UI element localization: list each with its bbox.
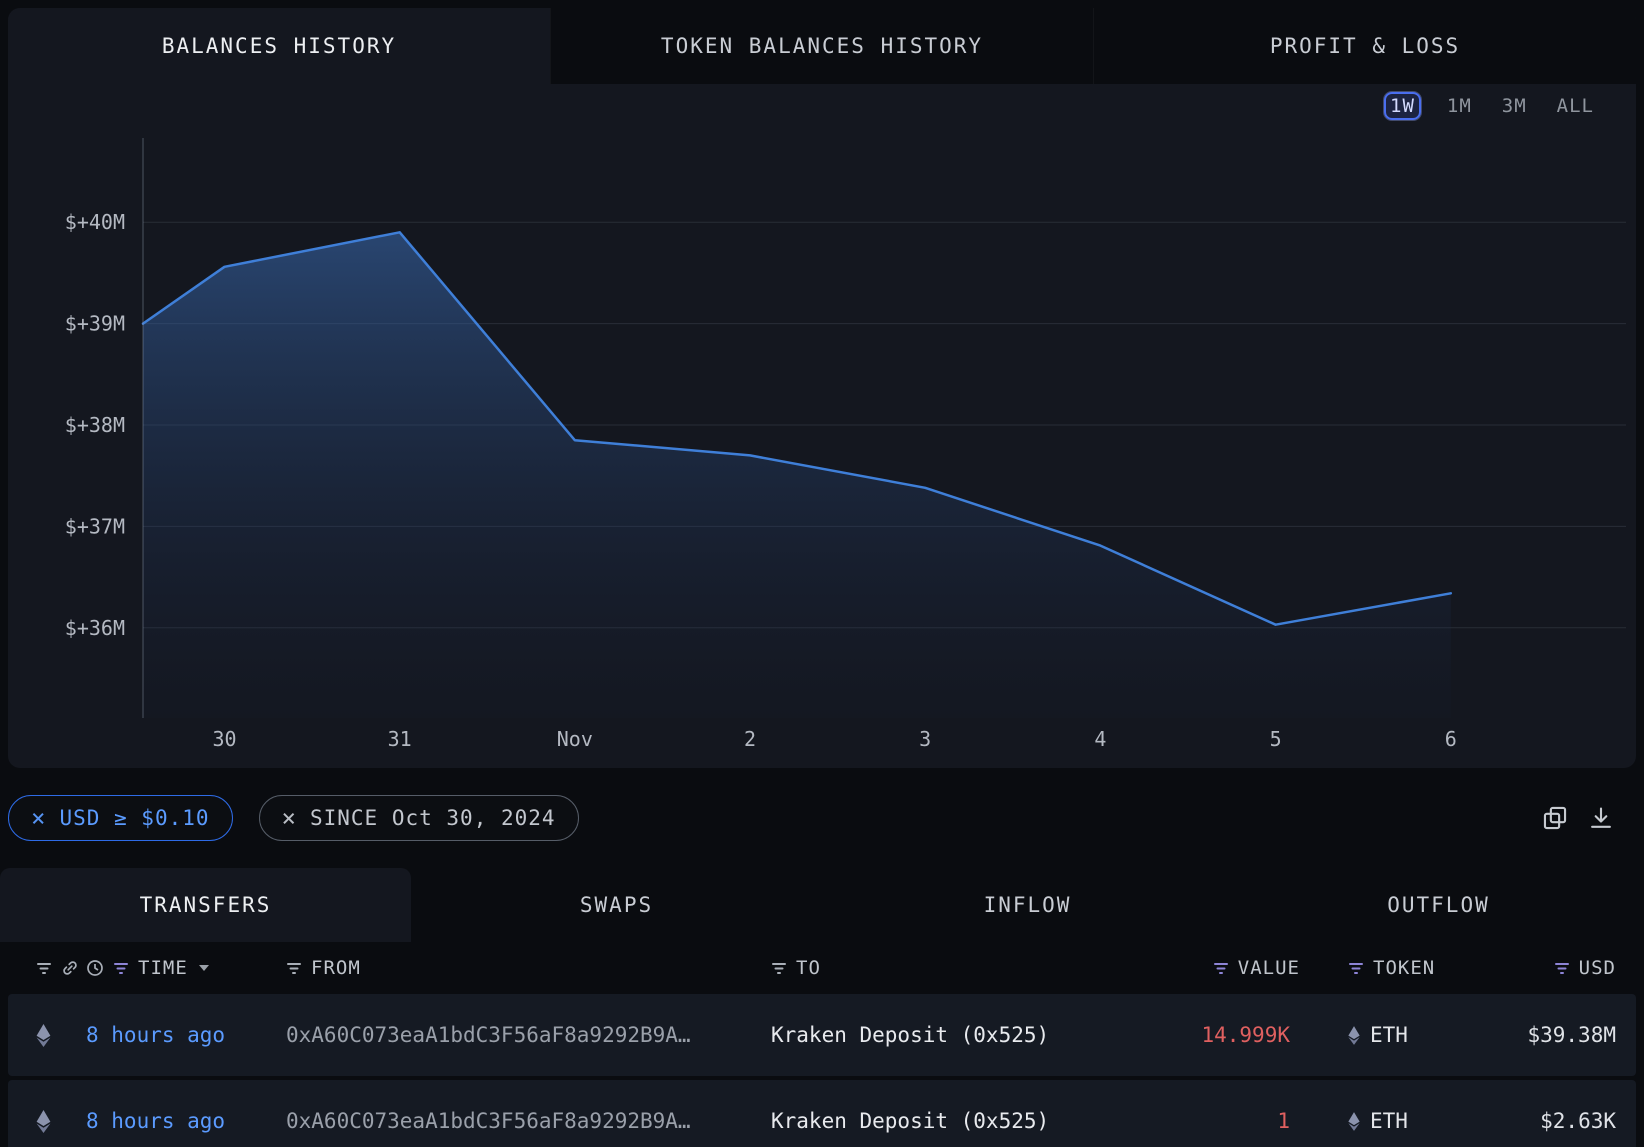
y-tick-label: $+39M bbox=[65, 312, 125, 336]
filter-chip-label: USD ≥ $0.10 bbox=[59, 806, 209, 830]
balance-chart: $+40M $+39M $+38M $+37M $+36M 30 31 Nov 2 3 4 5 6 bbox=[8, 128, 1636, 768]
tab-label: PROFIT & LOSS bbox=[1270, 34, 1460, 58]
transfers-panel: TRANSFERS SWAPS INFLOW OUTFLOW bbox=[0, 868, 1644, 1147]
transfers-tabbar: TRANSFERS SWAPS INFLOW OUTFLOW bbox=[0, 868, 1644, 942]
row-token: ETH bbox=[1300, 1109, 1460, 1133]
tab-label: TOKEN BALANCES HISTORY bbox=[661, 34, 983, 58]
transfers-rows: 8 hours ago 0xA60C073eaA1bdC3F56aF8a9292… bbox=[0, 994, 1644, 1147]
filter-icon[interactable] bbox=[1348, 962, 1364, 975]
tab-transfers[interactable]: TRANSFERS bbox=[0, 868, 411, 942]
x-tick-label: 5 bbox=[1270, 727, 1282, 751]
filter-icon[interactable] bbox=[113, 962, 129, 975]
eth-icon bbox=[1348, 1026, 1360, 1045]
range-3m[interactable]: 3M bbox=[1498, 92, 1531, 120]
filter-chip-since[interactable]: × SINCE Oct 30, 2024 bbox=[259, 795, 579, 841]
row-from-address[interactable]: 0xA60C073eaA1bdC3F56aF8a9292B9A… bbox=[286, 1023, 771, 1047]
tab-inflow[interactable]: INFLOW bbox=[822, 868, 1233, 942]
row-to-entity[interactable]: Kraken Deposit (0x525) bbox=[771, 1023, 1125, 1047]
eth-icon bbox=[36, 1024, 51, 1047]
x-tick-label: 31 bbox=[388, 727, 412, 751]
x-tick-label: 6 bbox=[1445, 727, 1457, 751]
header-to[interactable]: TO bbox=[771, 957, 1125, 979]
row-to-entity[interactable]: Kraken Deposit (0x525) bbox=[771, 1109, 1125, 1133]
tab-profit-loss[interactable]: PROFIT & LOSS bbox=[1093, 8, 1636, 84]
copy-button[interactable] bbox=[1542, 805, 1568, 831]
header-usd[interactable]: USD bbox=[1460, 957, 1616, 979]
header-time[interactable]: TIME bbox=[86, 957, 286, 979]
caret-down-icon bbox=[199, 965, 209, 971]
column-label-time: TIME bbox=[138, 957, 188, 979]
row-value: 14.999K bbox=[1125, 1023, 1300, 1047]
tab-label: INFLOW bbox=[984, 893, 1072, 917]
balance-chart-svg: $+40M $+39M $+38M $+37M $+36M 30 31 Nov 2 3 4 5 6 bbox=[8, 128, 1636, 768]
tab-swaps[interactable]: SWAPS bbox=[411, 868, 822, 942]
column-label-usd: USD bbox=[1579, 957, 1616, 979]
remove-filter-icon[interactable]: × bbox=[282, 806, 297, 830]
filter-icon[interactable] bbox=[286, 962, 302, 975]
row-asset-cell bbox=[36, 1110, 86, 1133]
filter-icon[interactable] bbox=[1213, 962, 1229, 975]
header-row-icons bbox=[36, 959, 86, 977]
filter-chip-usd[interactable]: × USD ≥ $0.10 bbox=[8, 795, 233, 841]
tab-label: OUTFLOW bbox=[1387, 893, 1490, 917]
panel-tabbar: BALANCES HISTORY TOKEN BALANCES HISTORY … bbox=[8, 8, 1636, 84]
link-icon[interactable] bbox=[61, 959, 79, 977]
range-1w[interactable]: 1W bbox=[1384, 92, 1421, 120]
filter-bar: × USD ≥ $0.10 × SINCE Oct 30, 2024 bbox=[0, 768, 1644, 868]
tab-token-balances-history[interactable]: TOKEN BALANCES HISTORY bbox=[550, 8, 1093, 84]
table-actions bbox=[1542, 805, 1614, 831]
filter-icon[interactable] bbox=[1554, 962, 1570, 975]
x-tick-label: 2 bbox=[744, 727, 756, 751]
balance-area-fill bbox=[143, 232, 1451, 718]
filter-icon[interactable] bbox=[36, 962, 52, 975]
row-value: 1 bbox=[1125, 1109, 1300, 1133]
filter-icon[interactable] bbox=[771, 962, 787, 975]
table-header: TIME FROM TO VALUE TOKEN bbox=[8, 942, 1636, 994]
y-tick-label: $+38M bbox=[65, 413, 125, 437]
row-from-address[interactable]: 0xA60C073eaA1bdC3F56aF8a9292B9A… bbox=[286, 1109, 771, 1133]
range-1m[interactable]: 1M bbox=[1443, 92, 1476, 120]
download-icon bbox=[1588, 805, 1614, 831]
tab-label: SWAPS bbox=[580, 893, 653, 917]
time-range-selector: 1W 1M 3M ALL bbox=[8, 84, 1636, 128]
tab-label: TRANSFERS bbox=[140, 893, 272, 917]
column-label-from: FROM bbox=[311, 957, 361, 979]
header-from[interactable]: FROM bbox=[286, 957, 771, 979]
balances-panel: BALANCES HISTORY TOKEN BALANCES HISTORY … bbox=[8, 8, 1636, 768]
x-tick-label: 30 bbox=[212, 727, 236, 751]
row-token-symbol: ETH bbox=[1370, 1109, 1408, 1133]
row-usd: $2.63K bbox=[1460, 1109, 1616, 1133]
header-value[interactable]: VALUE bbox=[1125, 957, 1300, 979]
remove-filter-icon[interactable]: × bbox=[31, 806, 46, 830]
eth-icon bbox=[36, 1110, 51, 1133]
y-tick-label: $+37M bbox=[65, 514, 125, 538]
row-token: ETH bbox=[1300, 1023, 1460, 1047]
row-usd: $39.38M bbox=[1460, 1023, 1616, 1047]
y-tick-label: $+40M bbox=[65, 210, 125, 234]
x-tick-label: Nov bbox=[557, 727, 593, 751]
header-token[interactable]: TOKEN bbox=[1300, 957, 1460, 979]
filter-chip-label: SINCE Oct 30, 2024 bbox=[310, 806, 556, 830]
y-tick-label: $+36M bbox=[65, 616, 125, 640]
x-tick-label: 4 bbox=[1094, 727, 1106, 751]
row-token-symbol: ETH bbox=[1370, 1023, 1408, 1047]
table-row[interactable]: 8 hours ago 0xA60C073eaA1bdC3F56aF8a9292… bbox=[8, 994, 1636, 1076]
table-row[interactable]: 8 hours ago 0xA60C073eaA1bdC3F56aF8a9292… bbox=[8, 1080, 1636, 1147]
clock-icon bbox=[86, 959, 104, 977]
row-time-link[interactable]: 8 hours ago bbox=[86, 1109, 286, 1133]
eth-icon bbox=[1348, 1112, 1360, 1131]
download-button[interactable] bbox=[1588, 805, 1614, 831]
copy-icon bbox=[1542, 805, 1568, 831]
column-label-value: VALUE bbox=[1238, 957, 1300, 979]
tab-outflow[interactable]: OUTFLOW bbox=[1233, 868, 1644, 942]
range-all[interactable]: ALL bbox=[1553, 92, 1598, 120]
x-tick-label: 3 bbox=[919, 727, 931, 751]
column-label-token: TOKEN bbox=[1373, 957, 1435, 979]
tab-label: BALANCES HISTORY bbox=[162, 34, 396, 58]
row-time-link[interactable]: 8 hours ago bbox=[86, 1023, 286, 1047]
row-asset-cell bbox=[36, 1024, 86, 1047]
column-label-to: TO bbox=[796, 957, 821, 979]
tab-balances-history[interactable]: BALANCES HISTORY bbox=[8, 8, 550, 84]
